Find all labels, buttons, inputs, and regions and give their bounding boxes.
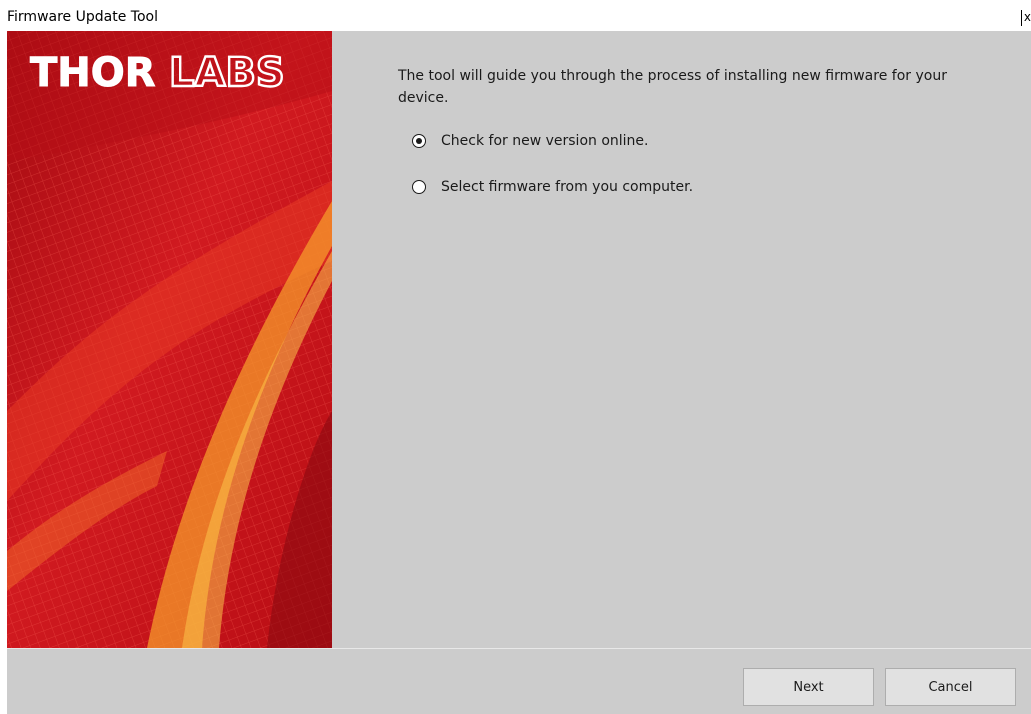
next-button[interactable]: Next bbox=[743, 668, 874, 706]
window-title: Firmware Update Tool bbox=[7, 9, 158, 25]
title-bar: Firmware Update Tool x bbox=[0, 0, 1031, 31]
logo-text-labs: LABS bbox=[169, 50, 285, 96]
option-select-from-computer-label: Select firmware from you computer. bbox=[441, 179, 694, 195]
close-button[interactable]: x bbox=[1021, 10, 1031, 26]
radio-check-online[interactable] bbox=[412, 134, 426, 148]
wizard-content: The tool will guide you through the proc… bbox=[332, 31, 1031, 648]
radio-select-from-computer[interactable] bbox=[412, 180, 426, 194]
firmware-update-window: Firmware Update Tool x THOR LABS The too… bbox=[0, 0, 1031, 714]
window-left-border bbox=[0, 31, 7, 714]
intro-text: The tool will guide you through the proc… bbox=[398, 68, 947, 106]
option-select-from-computer[interactable]: Select firmware from you computer. bbox=[412, 176, 693, 198]
logo-text-thor: THOR bbox=[30, 50, 156, 96]
option-check-online-label: Check for new version online. bbox=[441, 133, 649, 149]
option-check-online[interactable]: Check for new version online. bbox=[412, 130, 648, 152]
cancel-button[interactable]: Cancel bbox=[885, 668, 1016, 706]
wizard-footer: Next Cancel bbox=[7, 649, 1031, 714]
thorlabs-banner-image: THOR LABS bbox=[7, 31, 332, 648]
